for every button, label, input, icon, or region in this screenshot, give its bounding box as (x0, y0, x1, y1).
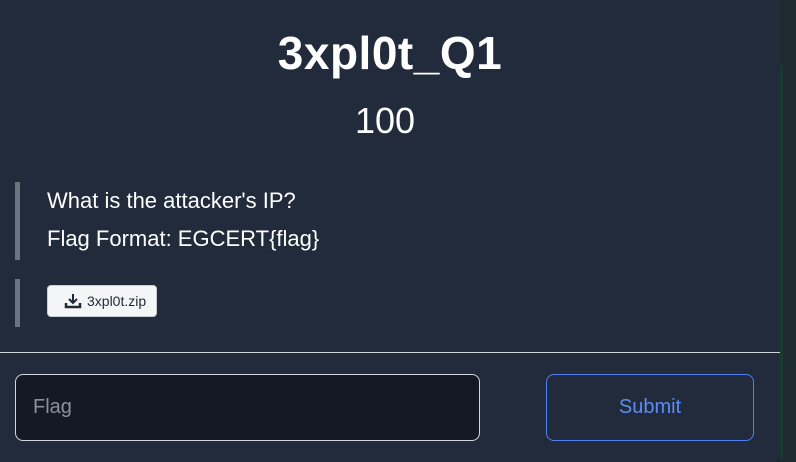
challenge-title: 3xpl0t_Q1 (277, 27, 503, 79)
download-icon (64, 293, 82, 309)
challenge-points: 100 (354, 100, 416, 141)
challenge-modal: 3xpl0t_Q1 100 What is the attacker's IP?… (0, 0, 780, 462)
flag-input[interactable] (15, 374, 480, 441)
description-line: What is the attacker's IP? (47, 188, 296, 213)
submit-button[interactable]: Submit (546, 374, 754, 441)
description-line: Flag Format: EGCERT{flag} (47, 226, 320, 251)
challenge-description: What is the attacker's IP? Flag Format: … (15, 182, 720, 260)
background-edge (780, 65, 783, 460)
background-strip (780, 0, 796, 462)
divider (0, 352, 780, 353)
file-name: 3xpl0t.zip (87, 293, 147, 309)
file-download-button[interactable]: 3xpl0t.zip (47, 285, 158, 317)
challenge-files: 3xpl0t.zip (15, 279, 320, 327)
